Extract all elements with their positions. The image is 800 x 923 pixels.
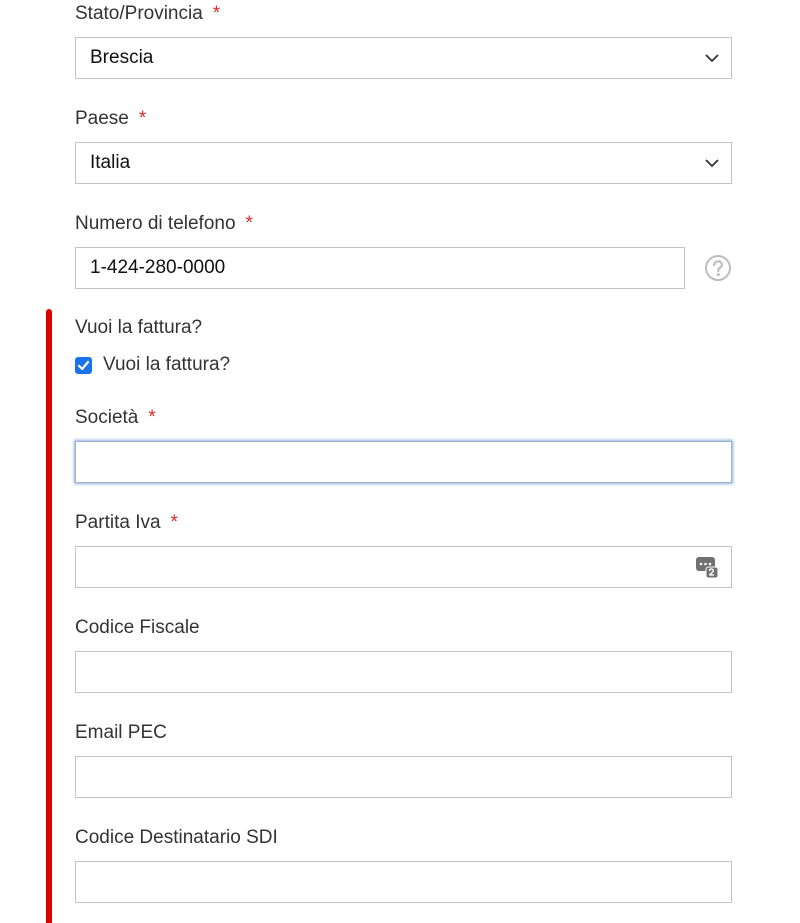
phone-label: Numero di telefono * <box>75 213 253 234</box>
vat-label: Partita Iva * <box>75 512 178 533</box>
required-mark: * <box>148 407 156 428</box>
vat-input[interactable] <box>75 546 732 588</box>
question-circle-icon[interactable] <box>704 254 732 282</box>
state-label: Stato/Provincia * <box>75 3 221 24</box>
state-select-value: Brescia <box>90 47 154 68</box>
country-select[interactable]: Italia <box>75 142 732 184</box>
pec-email-label: Email PEC <box>75 722 167 743</box>
invoice-question: Vuoi la fattura? <box>75 317 203 338</box>
sdi-code-label: Codice Destinatario SDI <box>75 827 278 848</box>
company-label: Società * <box>75 407 156 428</box>
fiscal-code-label: Codice Fiscale <box>75 617 200 638</box>
required-mark: * <box>245 213 253 234</box>
required-mark: * <box>170 512 178 533</box>
invoice-checkbox-label[interactable]: Vuoi la fattura? <box>103 354 230 376</box>
state-select[interactable]: Brescia <box>75 37 732 79</box>
required-mark: * <box>212 3 221 24</box>
fiscal-code-input[interactable] <box>75 651 732 693</box>
invoice-checkbox[interactable] <box>75 357 92 374</box>
chevron-down-icon <box>705 159 719 168</box>
phone-input[interactable]: 1-424-280-0000 <box>75 247 685 289</box>
required-mark: * <box>138 108 147 129</box>
password-manager-icon[interactable] <box>695 555 719 579</box>
company-input[interactable] <box>75 441 732 483</box>
chevron-down-icon <box>705 54 719 63</box>
invoice-section-accent-bar <box>46 309 52 923</box>
pec-email-input[interactable] <box>75 756 732 798</box>
sdi-code-input[interactable] <box>75 861 732 903</box>
country-label: Paese * <box>75 108 147 129</box>
phone-input-value: 1-424-280-0000 <box>90 257 226 278</box>
checkmark-icon <box>77 360 90 371</box>
country-select-value: Italia <box>90 152 131 173</box>
